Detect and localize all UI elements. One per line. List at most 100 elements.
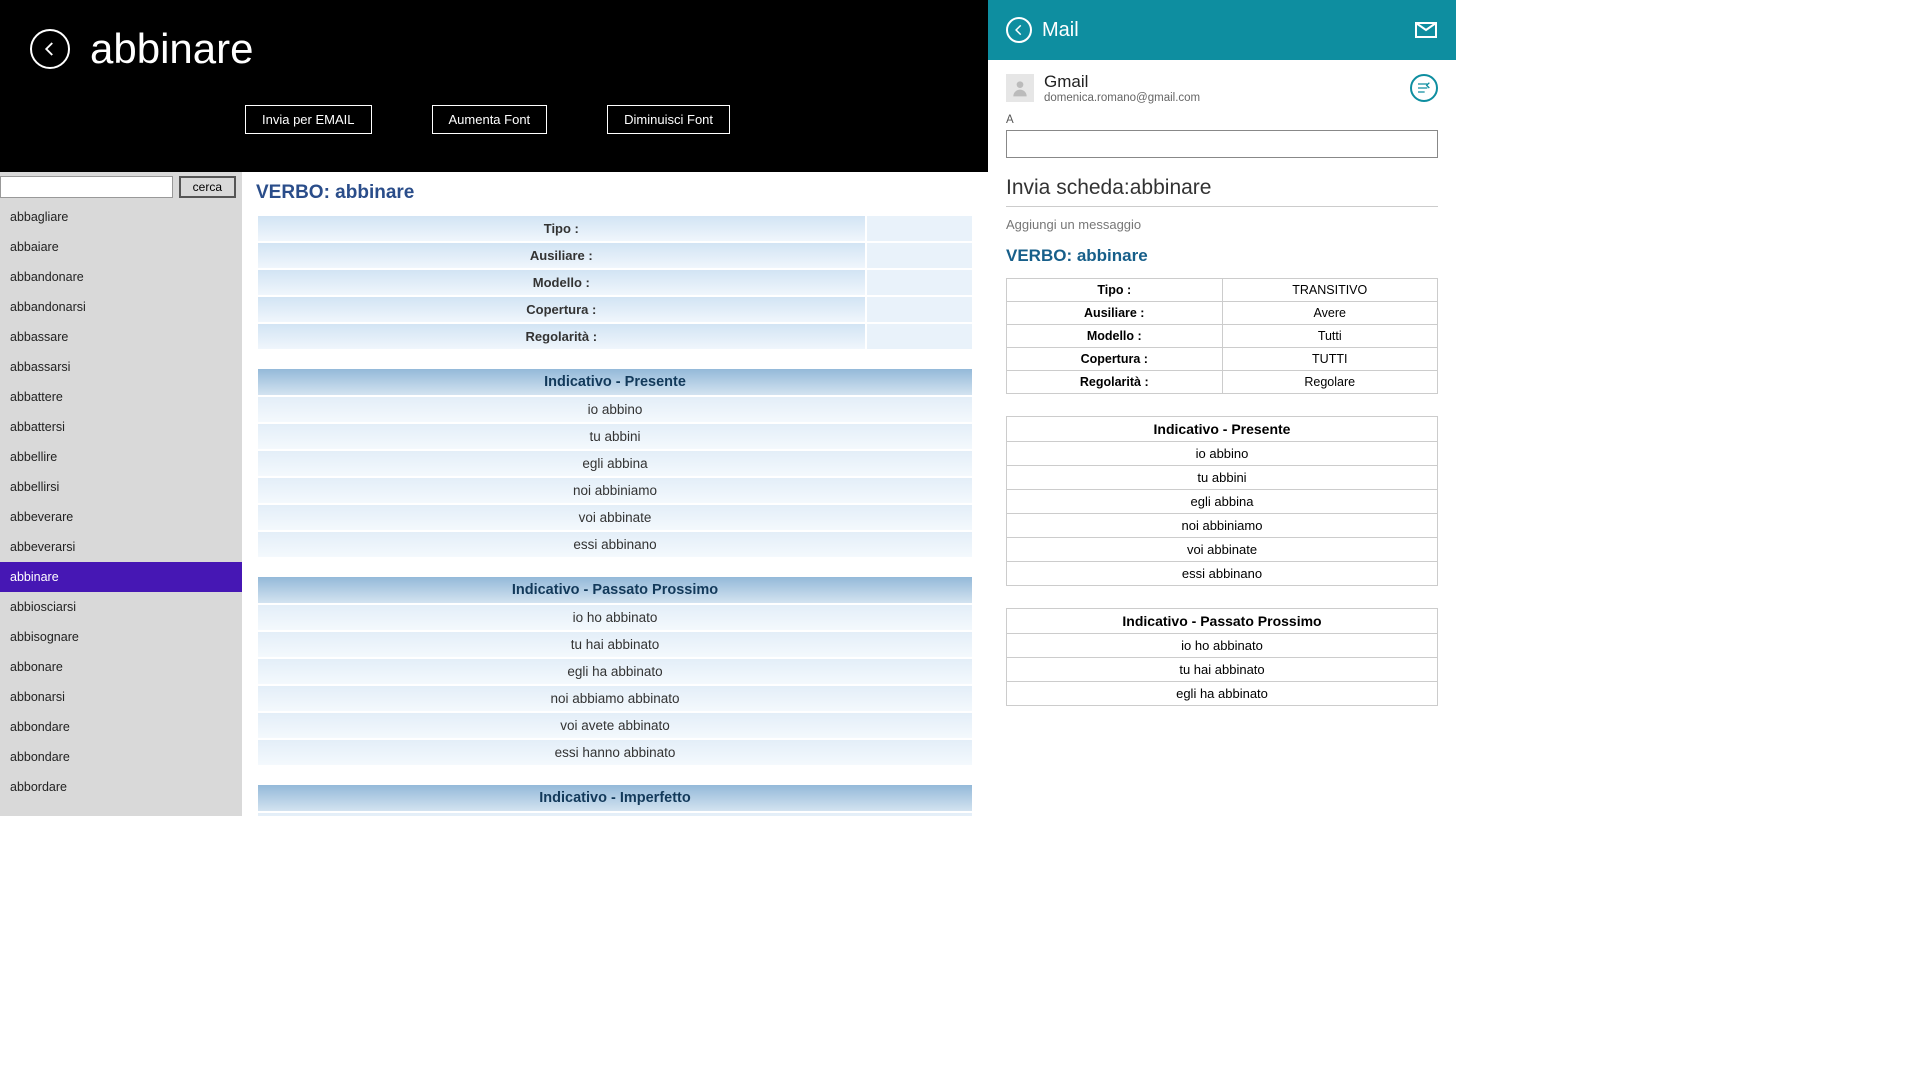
verb-item[interactable]: abbagliare xyxy=(0,202,242,232)
prop-label: Tipo : xyxy=(257,215,866,242)
conjugation-form: noi abbiamo abbinato xyxy=(257,685,973,712)
prop-value xyxy=(866,296,973,323)
message-placeholder[interactable]: Aggiungi un messaggio xyxy=(1006,217,1438,232)
back-button[interactable] xyxy=(30,29,70,69)
to-input[interactable] xyxy=(1006,130,1438,158)
conjugation-form: tu abbini xyxy=(1007,466,1438,490)
conjugation-table: Indicativo - Presenteio abbinotu abbini e… xyxy=(256,367,974,559)
search-input[interactable] xyxy=(0,176,173,198)
verb-item[interactable]: abbattersi xyxy=(0,412,242,442)
prop-value: TRANSITIVO xyxy=(1222,279,1438,302)
conjugation-form: noi abbiniamo xyxy=(257,477,973,504)
person-icon xyxy=(1010,78,1030,98)
verb-item[interactable]: abbandonarsi xyxy=(0,292,242,322)
dictionary-app: abbinare Invia per EMAIL Aumenta Font Di… xyxy=(0,0,988,816)
mail-tenses-container: Indicativo - Presenteio abbinotu abbini e… xyxy=(1006,416,1438,706)
conjugation-form: voi abbinate xyxy=(257,504,973,531)
send-email-button[interactable]: Invia per EMAIL xyxy=(245,105,372,134)
conjugation-form: essi abbinano xyxy=(257,531,973,558)
verb-item[interactable]: abbondare xyxy=(0,712,242,742)
verb-item[interactable]: abbattere xyxy=(0,382,242,412)
verb-item[interactable]: abbinare xyxy=(0,562,242,592)
verb-item[interactable]: abbeverarsi xyxy=(0,532,242,562)
account-name: Gmail xyxy=(1044,72,1200,92)
prop-label: Copertura : xyxy=(257,296,866,323)
arrow-left-icon xyxy=(1012,23,1026,37)
tense-header: Indicativo - Passato Prossimo xyxy=(1007,609,1438,634)
prop-value xyxy=(866,323,973,350)
to-label: A xyxy=(1006,114,1438,126)
mail-back-button[interactable] xyxy=(1006,17,1032,43)
verb-item[interactable]: abbassare xyxy=(0,322,242,352)
verb-item[interactable]: abbondare xyxy=(0,742,242,772)
app-header: abbinare Invia per EMAIL Aumenta Font Di… xyxy=(0,0,988,172)
conjugation-form: voi abbinate xyxy=(1007,538,1438,562)
conjugation-table: Indicativo - Presenteio abbinotu abbini e… xyxy=(1006,416,1438,586)
conjugation-form: io abbino xyxy=(1007,442,1438,466)
conjugation-form: io abbino xyxy=(257,396,973,423)
conjugation-form: tu hai abbinato xyxy=(1007,658,1438,682)
verb-item[interactable]: abbiosciarsi xyxy=(0,592,242,622)
decrease-font-button[interactable]: Diminuisci Font xyxy=(607,105,730,134)
verb-heading: VERBO: abbinare xyxy=(256,182,974,204)
prop-label: Regolarità : xyxy=(1007,371,1223,394)
conjugation-table: Indicativo - Imperfettoio abbinavotu abb… xyxy=(256,783,974,816)
mail-icon xyxy=(1414,18,1438,42)
properties-table: Tipo :Ausiliare :Modello :Copertura :Reg… xyxy=(256,214,974,351)
mail-verb-heading: VERBO: abbinare xyxy=(1006,246,1438,266)
prop-label: Tipo : xyxy=(1007,279,1223,302)
conjugation-form: tu abbini xyxy=(257,423,973,450)
verb-item[interactable]: abbandonare xyxy=(0,262,242,292)
prop-label: Copertura : xyxy=(1007,348,1223,371)
prop-label: Ausiliare : xyxy=(257,242,866,269)
send-button[interactable] xyxy=(1410,74,1438,102)
page-title: abbinare xyxy=(90,25,253,73)
mail-panel: Mail Gmail domenica.romano@gmail.com A I… xyxy=(988,0,1456,816)
sidebar: cerca abbagliareabbaiareabbandonareabban… xyxy=(0,172,242,816)
verb-item[interactable]: abbonare xyxy=(0,652,242,682)
verb-item[interactable]: abbaiare xyxy=(0,232,242,262)
mail-title: Mail xyxy=(1042,19,1079,42)
tenses-container: Indicativo - Presenteio abbinotu abbini e… xyxy=(256,367,974,816)
prop-value xyxy=(866,215,973,242)
verb-item[interactable]: abbonarsi xyxy=(0,682,242,712)
conjugation-form: egli ha abbinato xyxy=(1007,682,1438,706)
tense-header: Indicativo - Imperfetto xyxy=(257,784,973,812)
conjugation-table: Indicativo - Passato Prossimoio ho abbin… xyxy=(1006,608,1438,706)
increase-font-button[interactable]: Aumenta Font xyxy=(432,105,548,134)
prop-label: Modello : xyxy=(257,269,866,296)
prop-value: Tutti xyxy=(1222,325,1438,348)
arrow-left-icon xyxy=(41,40,59,58)
verb-item[interactable]: abbellire xyxy=(0,442,242,472)
prop-value: Regolare xyxy=(1222,371,1438,394)
mail-body: Gmail domenica.romano@gmail.com A Invia … xyxy=(988,60,1456,816)
prop-value xyxy=(866,269,973,296)
verb-list[interactable]: abbagliareabbaiareabbandonareabbandonars… xyxy=(0,202,242,816)
verb-item[interactable]: abbassarsi xyxy=(0,352,242,382)
verb-item[interactable]: abbisognare xyxy=(0,622,242,652)
verb-item[interactable]: abbeverare xyxy=(0,502,242,532)
prop-value: Avere xyxy=(1222,302,1438,325)
tense-header: Indicativo - Presente xyxy=(1007,417,1438,442)
prop-value xyxy=(866,242,973,269)
verb-item[interactable]: abbordare xyxy=(0,772,242,802)
conjugation-table: Indicativo - Passato Prossimoio ho abbin… xyxy=(256,575,974,767)
toolbar: Invia per EMAIL Aumenta Font Diminuisci … xyxy=(30,105,958,134)
conjugation-form: io abbinavo xyxy=(257,812,973,816)
prop-label: Ausiliare : xyxy=(1007,302,1223,325)
search-button[interactable]: cerca xyxy=(179,176,236,198)
conjugation-form: essi abbinano xyxy=(1007,562,1438,586)
conjugation-form: tu hai abbinato xyxy=(257,631,973,658)
prop-label: Regolarità : xyxy=(257,323,866,350)
conjugation-form: egli ha abbinato xyxy=(257,658,973,685)
send-icon xyxy=(1416,80,1432,96)
mail-header: Mail xyxy=(988,0,1456,60)
mail-subject[interactable]: Invia scheda:abbinare xyxy=(1006,176,1438,207)
prop-value: TUTTI xyxy=(1222,348,1438,371)
verb-item[interactable]: abbellirsi xyxy=(0,472,242,502)
conjugation-form: voi avete abbinato xyxy=(257,712,973,739)
avatar xyxy=(1006,74,1034,102)
tense-header: Indicativo - Presente xyxy=(257,368,973,396)
content-pane[interactable]: VERBO: abbinare Tipo :Ausiliare :Modello… xyxy=(242,172,988,816)
mail-properties-table: Tipo :TRANSITIVOAusiliare :AvereModello … xyxy=(1006,278,1438,394)
